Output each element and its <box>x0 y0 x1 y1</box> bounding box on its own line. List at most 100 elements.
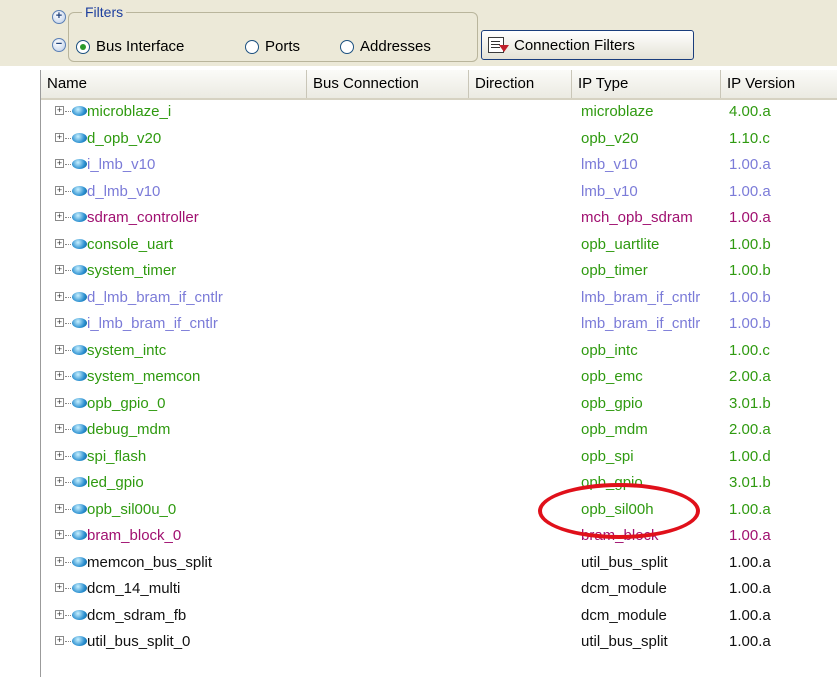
column-header-name[interactable]: Name <box>41 70 307 98</box>
table-row[interactable]: + util_bus_split_0 util_bus_split 1.00.a <box>41 630 837 653</box>
row-ip-type: util_bus_split <box>581 633 668 650</box>
plus-box-icon[interactable]: + <box>55 265 64 274</box>
plus-box-icon[interactable]: + <box>55 609 64 619</box>
table-row[interactable]: + system_timer opb_timer 1.00.b <box>41 259 837 282</box>
plus-box-icon[interactable]: + <box>55 583 64 592</box>
plus-box-icon[interactable]: + <box>55 185 64 195</box>
blue-gem-icon <box>72 132 87 143</box>
table-row[interactable]: + d_opb_v20 opb_v20 1.10.c <box>41 127 837 150</box>
blue-gem-icon <box>72 397 87 408</box>
plus-box-icon[interactable]: + <box>55 318 64 327</box>
row-ip-type: opb_gpio <box>581 474 643 491</box>
radio-label: Addresses <box>360 38 431 55</box>
plus-box-icon[interactable]: + <box>55 397 64 407</box>
radio-ports[interactable]: Ports <box>245 38 300 55</box>
plus-box-icon[interactable]: + <box>55 344 64 354</box>
radio-selected-icon[interactable] <box>76 39 90 54</box>
table-row[interactable]: + dcm_14_multi dcm_module 1.00.a <box>41 577 837 600</box>
radio-label: Bus Interface <box>96 38 185 55</box>
plus-box-icon[interactable]: + <box>55 159 64 168</box>
plus-box-icon[interactable]: + <box>55 450 64 460</box>
radio-label: Ports <box>265 38 301 55</box>
table-row[interactable]: + i_lmb_bram_if_cntlr lmb_bram_if_cntlr 1.0… <box>41 312 837 335</box>
row-name: led_gpio <box>87 474 144 491</box>
ip-table: Name Bus Connection Direction IP Type IP… <box>40 70 837 677</box>
row-ip-type: opb_sil00h <box>581 500 654 518</box>
table-row[interactable]: + microblaze_i microblaze 4.00.a <box>41 100 837 123</box>
plus-box-icon[interactable]: + <box>55 371 64 380</box>
column-header-ip-version[interactable]: IP Version <box>721 70 837 98</box>
minus-circle-icon[interactable]: − <box>52 38 66 52</box>
table-row[interactable]: + opb_gpio_0 opb_gpio 3.01.b <box>41 392 837 415</box>
plus-box-icon[interactable]: + <box>55 477 64 486</box>
row-ip-version: 2.00.a <box>729 368 771 385</box>
table-header: Name Bus Connection Direction IP Type IP… <box>41 70 837 100</box>
row-ip-type: lmb_bram_if_cntlr <box>581 315 701 332</box>
column-header-direction[interactable]: Direction <box>469 70 572 98</box>
plus-box-icon[interactable]: + <box>55 424 64 433</box>
filter-icon <box>488 37 509 53</box>
table-row[interactable]: + i_lmb_v10 lmb_v10 1.00.a <box>41 153 837 176</box>
row-ip-version: 1.00.a <box>729 580 771 597</box>
plus-box-icon[interactable]: + <box>55 556 64 566</box>
row-ip-version: 4.00.a <box>729 103 771 120</box>
table-row[interactable]: + console_uart opb_uartlite 1.00.b <box>41 233 837 256</box>
row-name: spi_flash <box>87 447 147 465</box>
row-name: opb_gpio_0 <box>87 394 166 412</box>
row-ip-type: bram_block <box>581 527 659 544</box>
row-ip-version: 1.00.b <box>729 262 771 279</box>
plus-box-icon[interactable]: + <box>55 238 64 248</box>
column-header-ip-type[interactable]: IP Type <box>572 70 721 98</box>
row-ip-type: lmb_v10 <box>581 182 638 200</box>
blue-gem-icon <box>72 450 87 461</box>
table-row[interactable]: + spi_flash opb_spi 1.00.d <box>41 445 837 468</box>
plus-box-icon[interactable]: + <box>55 106 64 115</box>
row-ip-version: 2.00.a <box>729 421 771 438</box>
plus-box-icon[interactable]: + <box>55 291 64 301</box>
blue-gem-icon <box>72 424 87 434</box>
blue-gem-icon <box>72 530 87 540</box>
radio-icon[interactable] <box>340 39 354 54</box>
row-ip-version: 1.00.a <box>729 209 771 226</box>
row-name: microblaze_i <box>87 103 172 120</box>
radio-icon[interactable] <box>245 39 259 54</box>
blue-gem-icon <box>72 636 87 646</box>
connection-filters-button[interactable]: Connection Filters <box>481 30 694 60</box>
table-row[interactable]: + d_lmb_v10 lmb_v10 1.00.a <box>41 180 837 203</box>
row-name: opb_sil00u_0 <box>87 500 177 518</box>
row-name: bram_block_0 <box>87 527 182 544</box>
row-name: debug_mdm <box>87 421 171 438</box>
blue-gem-icon <box>72 318 87 328</box>
row-ip-version: 1.00.a <box>729 553 771 571</box>
row-name: system_memcon <box>87 368 201 385</box>
plus-box-icon[interactable]: + <box>55 636 64 645</box>
radio-bus-interface[interactable]: Bus Interface <box>76 38 184 55</box>
table-row[interactable]: + dcm_sdram_fb dcm_module 1.00.a <box>41 604 837 627</box>
row-ip-version: 1.00.a <box>729 606 771 624</box>
row-ip-type: opb_v20 <box>581 129 639 147</box>
plus-box-icon[interactable]: + <box>55 132 64 142</box>
table-row[interactable]: + memcon_bus_split util_bus_split 1.00.a <box>41 551 837 574</box>
row-name: d_lmb_v10 <box>87 182 161 200</box>
table-row[interactable]: + system_memcon opb_emc 2.00.a <box>41 365 837 388</box>
row-ip-version: 1.00.a <box>729 500 771 518</box>
row-ip-type: dcm_module <box>581 606 667 624</box>
blue-gem-icon <box>72 106 87 116</box>
plus-box-icon[interactable]: + <box>55 212 64 221</box>
table-row[interactable]: + bram_block_0 bram_block 1.00.a <box>41 524 837 547</box>
table-row[interactable]: + system_intc opb_intc 1.00.c <box>41 339 837 362</box>
row-ip-version: 1.00.d <box>729 447 771 465</box>
plus-box-icon[interactable]: + <box>55 503 64 513</box>
radio-addresses[interactable]: Addresses <box>340 38 431 55</box>
table-row[interactable]: + opb_sil00u_0 opb_sil00h 1.00.a <box>41 498 837 521</box>
column-header-bus-connection[interactable]: Bus Connection <box>307 70 469 98</box>
table-row[interactable]: + led_gpio opb_gpio 3.01.b <box>41 471 837 494</box>
plus-box-icon[interactable]: + <box>55 530 64 539</box>
table-row[interactable]: + debug_mdm opb_mdm 2.00.a <box>41 418 837 441</box>
bus-connection-strip <box>0 64 40 604</box>
row-name: i_lmb_bram_if_cntlr <box>87 315 218 332</box>
table-row[interactable]: + d_lmb_bram_if_cntlr lmb_bram_if_cntlr 1.0… <box>41 286 837 309</box>
table-row[interactable]: + sdram_controller mch_opb_sdram 1.00.a <box>41 206 837 229</box>
row-ip-type: opb_intc <box>581 341 638 359</box>
plus-circle-icon[interactable]: + <box>52 10 66 24</box>
